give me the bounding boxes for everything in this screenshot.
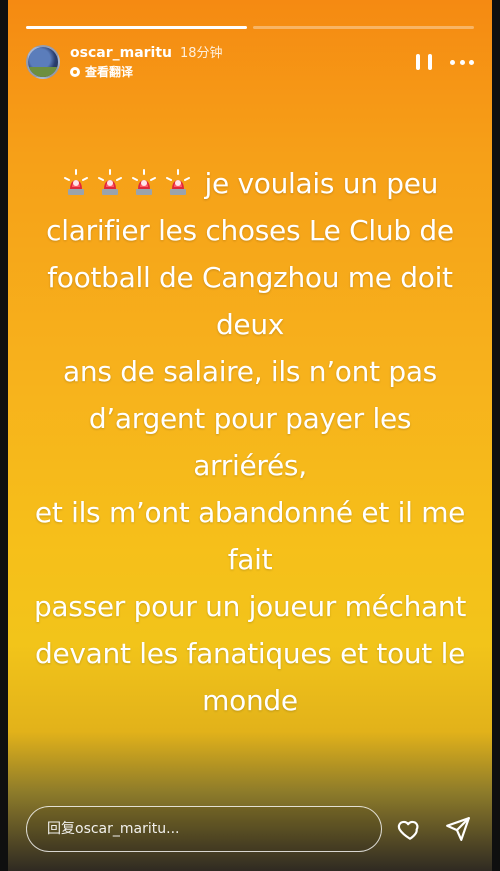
- story-line-8: devant les fanatiques et tout le: [34, 637, 465, 670]
- heart-icon[interactable]: [396, 815, 424, 843]
- story-line-2: clarifier les choses Le Club de: [46, 214, 454, 247]
- progress-fill: [26, 26, 247, 29]
- dot: [450, 59, 455, 65]
- translate-icon: [70, 67, 80, 78]
- more-icon[interactable]: [450, 53, 474, 71]
- footer-actions: [396, 815, 474, 843]
- username[interactable]: oscar_maritu: [70, 45, 172, 61]
- pause-icon[interactable]: [416, 53, 432, 71]
- story-footer: [26, 805, 474, 853]
- see-translation[interactable]: 查看翻译: [70, 64, 223, 80]
- story-line-9: monde: [202, 684, 298, 717]
- header-actions: [416, 53, 474, 71]
- story-header: oscar_maritu 18分钟 查看翻译: [26, 42, 474, 82]
- police-car-light-icon: [96, 167, 124, 197]
- reply-field[interactable]: [26, 806, 382, 852]
- police-car-light-icon: [164, 167, 192, 197]
- story-line-7: passer pour un joueur méchant: [33, 590, 467, 623]
- pause-bar: [428, 54, 432, 70]
- story-line-5: d’argent pour payer les arriérés,: [88, 402, 412, 482]
- story-viewer: oscar_maritu 18分钟 查看翻译 je voulais un peu…: [0, 0, 500, 871]
- progress-segment: [26, 26, 247, 29]
- reply-input[interactable]: [45, 820, 363, 838]
- story-text: je voulais un peu clarifier les choses L…: [32, 160, 468, 724]
- see-translation-label: 查看翻译: [85, 64, 134, 79]
- story-meta: oscar_maritu 18分钟 查看翻译: [70, 45, 223, 80]
- progress-segment: [253, 26, 474, 29]
- police-car-light-icon: [130, 167, 158, 197]
- story-line-1: je voulais un peu: [204, 167, 439, 200]
- dot: [469, 59, 474, 65]
- username-row: oscar_maritu 18分钟: [70, 45, 223, 62]
- dot: [459, 59, 465, 65]
- pause-bar: [416, 54, 420, 70]
- story-line-6: et ils m’ont abandonné et il me fait: [34, 496, 466, 576]
- police-car-light-icon: [62, 167, 90, 197]
- story-progress: [26, 26, 474, 29]
- time-ago: 18分钟: [180, 45, 223, 61]
- story-line-4: ans de salaire, ils n’ont pas: [63, 355, 437, 388]
- send-icon[interactable]: [444, 815, 472, 843]
- story-line-1-wrap: je voulais un peu: [32, 160, 468, 207]
- story-line-3: football de Cangzhou me doit deux: [47, 261, 453, 341]
- siren-emojis: [62, 167, 192, 197]
- avatar[interactable]: [26, 45, 60, 79]
